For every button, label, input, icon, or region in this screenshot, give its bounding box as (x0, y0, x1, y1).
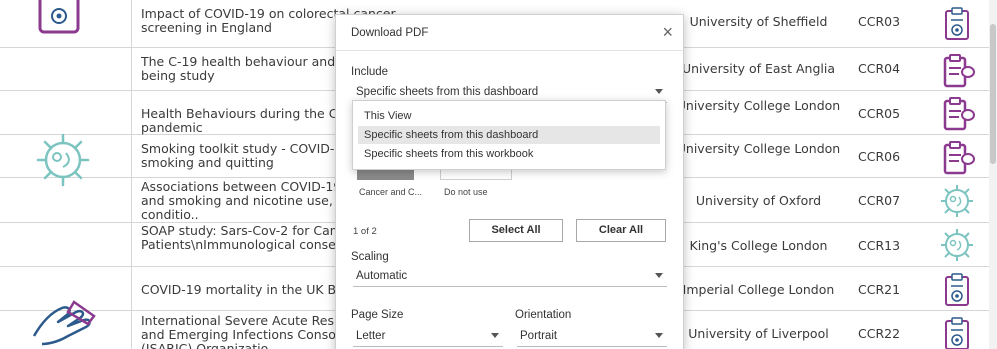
study-code: CCR04 (858, 61, 901, 76)
include-select-value: Specific sheets from this dashboard (356, 86, 539, 98)
virus-icon (941, 229, 973, 261)
study-institution: Imperial College London (682, 282, 835, 297)
virus-icon (941, 185, 973, 217)
clipboard-pin-icon (945, 7, 969, 40)
chevron-down-icon (491, 333, 499, 338)
clipboard-pin-icon (945, 273, 969, 306)
vertical-scrollbar[interactable] (989, 0, 997, 349)
study-code: CCR05 (858, 106, 901, 121)
study-code: CCR22 (858, 326, 901, 341)
divider (336, 50, 683, 51)
chevron-down-icon (655, 273, 663, 278)
study-institution: University of Oxford (695, 193, 822, 208)
dropdown-option-dashboard-sheets[interactable]: Specific sheets from this dashboard (358, 126, 660, 144)
clipboard-pin-icon (38, 0, 80, 34)
page-size-label: Page Size (351, 309, 404, 321)
close-icon[interactable]: × (662, 23, 673, 41)
scaling-select[interactable]: Automatic (353, 267, 667, 287)
sheet-caption: Do not use (444, 187, 488, 197)
study-code: CCR07 (858, 193, 901, 208)
orientation-value: Portrait (520, 330, 558, 342)
include-dropdown-list: This View Specific sheets from this dash… (352, 100, 666, 170)
study-code: CCR21 (858, 282, 901, 297)
clipboard-speech-icon (943, 97, 975, 131)
sheet-count: 1 of 2 (353, 226, 377, 237)
study-institution: King's College London (689, 238, 828, 253)
chevron-down-icon (655, 89, 663, 94)
study-code: CCR13 (858, 238, 901, 253)
study-institution: University College London (676, 98, 841, 113)
clipboard-speech-icon (943, 141, 975, 175)
study-institution: University of Sheffield (689, 14, 828, 29)
sheet-caption: Cancer and C... (359, 187, 423, 197)
dropdown-option-this-view[interactable]: This View (358, 107, 660, 125)
clear-all-button[interactable]: Clear All (576, 219, 666, 242)
orientation-label: Orientation (515, 309, 572, 321)
clipboard-pin-icon (945, 317, 969, 349)
scaling-label: Scaling (351, 251, 389, 263)
scaling-select-value: Automatic (356, 270, 408, 282)
dropdown-option-workbook-sheets[interactable]: Specific sheets from this workbook (358, 145, 660, 163)
dialog-title: Download PDF (351, 27, 429, 39)
study-institution: University of East Anglia (681, 61, 835, 76)
study-code: CCR06 (858, 149, 901, 164)
page-size-value: Letter (356, 330, 386, 342)
study-code: CCR03 (858, 14, 901, 29)
scrollbar-thumb[interactable] (990, 24, 996, 164)
select-all-button[interactable]: Select All (469, 219, 563, 242)
chevron-down-icon (655, 333, 663, 338)
study-institution: University College London (676, 141, 841, 156)
clipboard-speech-icon (943, 54, 975, 88)
download-pdf-dialog: Download PDF × Include Specific sheets f… (335, 14, 684, 349)
orientation-select[interactable]: Portrait (517, 327, 667, 347)
hand-icon (32, 300, 96, 346)
page-size-select[interactable]: Letter (353, 327, 503, 347)
virus-icon (36, 133, 90, 187)
include-label: Include (351, 66, 389, 78)
study-institution: University of Liverpool (688, 326, 829, 341)
